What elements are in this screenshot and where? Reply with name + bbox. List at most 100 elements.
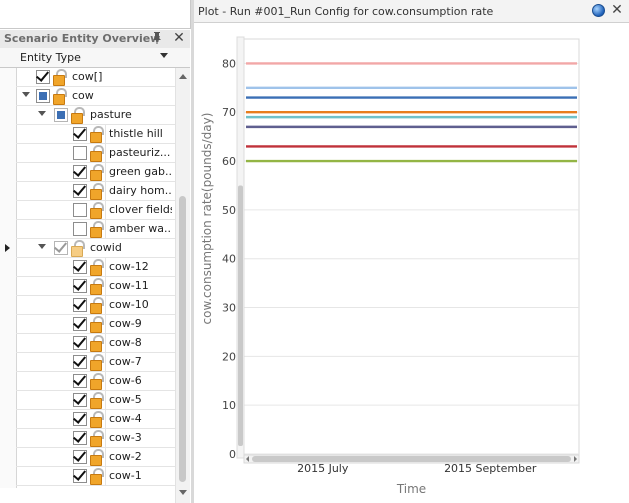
- row-checkbox[interactable]: [73, 203, 87, 217]
- grid-column-header[interactable]: Entity Type: [0, 48, 190, 68]
- tree-row[interactable]: pasture: [0, 106, 175, 125]
- chevron-down-icon[interactable]: [160, 53, 168, 58]
- lock-icon[interactable]: [88, 354, 104, 371]
- tree-row[interactable]: cow-6: [0, 372, 175, 391]
- row-checkbox[interactable]: [73, 165, 87, 179]
- row-checkbox[interactable]: [73, 146, 87, 160]
- tree-row-label: green gab...: [109, 165, 172, 178]
- tree-row[interactable]: cow-9: [0, 315, 175, 334]
- y-tick-label: 50: [222, 204, 236, 217]
- tree-row[interactable]: amber wa...: [0, 220, 175, 239]
- lock-icon[interactable]: [88, 278, 104, 295]
- tree-row-label: cow-1: [109, 469, 142, 482]
- row-checkbox[interactable]: [73, 374, 87, 388]
- tree-row[interactable]: cow-10: [0, 296, 175, 315]
- tree-row-label: cow-2: [109, 450, 142, 463]
- line-chart: 0 10 20 30 40 50 60 70 80 2015 July 2015 September…: [200, 36, 580, 496]
- row-checkbox[interactable]: [73, 355, 87, 369]
- expand-collapse-icon[interactable]: [22, 92, 30, 97]
- row-checkbox[interactable]: [54, 241, 68, 255]
- row-checkbox[interactable]: [73, 279, 87, 293]
- pin-icon[interactable]: [151, 31, 163, 45]
- row-checkbox[interactable]: [73, 317, 87, 331]
- tree-row-label: clover fields: [109, 203, 172, 216]
- row-checkbox[interactable]: [54, 108, 68, 122]
- tree-row[interactable]: thistle hill: [0, 125, 175, 144]
- cell-divider: [105, 125, 106, 144]
- row-checkbox[interactable]: [73, 393, 87, 407]
- globe-icon[interactable]: [592, 4, 605, 17]
- tree-row[interactable]: cow-1: [0, 467, 175, 486]
- x-tick-label: 2015 September: [444, 462, 537, 475]
- lock-icon[interactable]: [88, 183, 104, 200]
- tree-row[interactable]: cow-7: [0, 353, 175, 372]
- expand-collapse-icon[interactable]: [38, 111, 46, 116]
- tree-row[interactable]: cow-12: [0, 258, 175, 277]
- scrollbar-thumb[interactable]: [179, 196, 186, 482]
- lock-icon[interactable]: [88, 164, 104, 181]
- expand-collapse-icon[interactable]: [38, 244, 46, 249]
- row-checkbox[interactable]: [73, 431, 87, 445]
- tree-row[interactable]: cow-4: [0, 410, 175, 429]
- lock-icon[interactable]: [88, 430, 104, 447]
- lock-icon[interactable]: [88, 145, 104, 162]
- tree-row[interactable]: cow-5: [0, 391, 175, 410]
- tree-row[interactable]: dairy hom...: [0, 182, 175, 201]
- scroll-down-arrow-icon[interactable]: [179, 490, 187, 495]
- y-tick-label: 80: [222, 57, 236, 70]
- lock-icon[interactable]: [51, 88, 67, 105]
- tree-row[interactable]: green gab...: [0, 163, 175, 182]
- cell-divider: [105, 334, 106, 353]
- cell-divider: [105, 372, 106, 391]
- row-checkbox[interactable]: [73, 298, 87, 312]
- lock-icon[interactable]: [88, 221, 104, 238]
- row-checkbox[interactable]: [73, 260, 87, 274]
- lock-icon[interactable]: [88, 259, 104, 276]
- y-axis-scrollbar-thumb[interactable]: [238, 185, 243, 446]
- tree-row-label: cow-3: [109, 431, 142, 444]
- tree-row[interactable]: pasteuriz...: [0, 144, 175, 163]
- close-icon[interactable]: ✕: [610, 2, 624, 18]
- lock-icon[interactable]: [88, 373, 104, 390]
- tree-row[interactable]: cow-8: [0, 334, 175, 353]
- tree-row[interactable]: cow-11: [0, 277, 175, 296]
- lock-icon[interactable]: [51, 69, 67, 86]
- lock-icon[interactable]: [88, 449, 104, 466]
- row-checkbox[interactable]: [36, 89, 50, 103]
- tree-row[interactable]: cow-3: [0, 429, 175, 448]
- tree-row[interactable]: cowid: [0, 239, 175, 258]
- row-checkbox[interactable]: [73, 222, 87, 236]
- y-axis-label: cow.consumption rate(pounds/day): [200, 113, 214, 325]
- lock-icon[interactable]: [69, 107, 85, 124]
- lock-icon[interactable]: [69, 240, 85, 257]
- lock-icon[interactable]: [88, 468, 104, 485]
- lock-icon[interactable]: [88, 126, 104, 143]
- vertical-scrollbar[interactable]: [175, 68, 190, 503]
- lock-icon[interactable]: [88, 411, 104, 428]
- entity-tree-grid: Entity Type cow[] cow pasture thistle hill p…: [0, 48, 190, 503]
- row-checkbox[interactable]: [73, 184, 87, 198]
- tree-row[interactable]: clover fields: [0, 201, 175, 220]
- cell-divider: [105, 410, 106, 429]
- row-checkbox[interactable]: [73, 412, 87, 426]
- tree-row[interactable]: cow: [0, 87, 175, 106]
- lock-icon[interactable]: [88, 392, 104, 409]
- lock-icon[interactable]: [88, 316, 104, 333]
- lock-icon[interactable]: [88, 297, 104, 314]
- cell-divider: [105, 467, 106, 486]
- row-checkbox[interactable]: [73, 450, 87, 464]
- lock-icon[interactable]: [88, 202, 104, 219]
- x-axis-label: Time: [396, 482, 426, 496]
- tree-row[interactable]: cow[]: [0, 68, 175, 87]
- tree-row[interactable]: cow-2: [0, 448, 175, 467]
- row-checkbox[interactable]: [73, 469, 87, 483]
- close-icon[interactable]: ✕: [172, 30, 186, 46]
- row-checkbox[interactable]: [36, 70, 50, 84]
- lock-icon[interactable]: [88, 335, 104, 352]
- row-checkbox[interactable]: [73, 127, 87, 141]
- row-checkbox[interactable]: [73, 336, 87, 350]
- scroll-up-arrow-icon[interactable]: [179, 74, 187, 79]
- cell-divider: [105, 182, 106, 201]
- tree-row-label: cow-4: [109, 412, 142, 425]
- cell-divider: [105, 258, 106, 277]
